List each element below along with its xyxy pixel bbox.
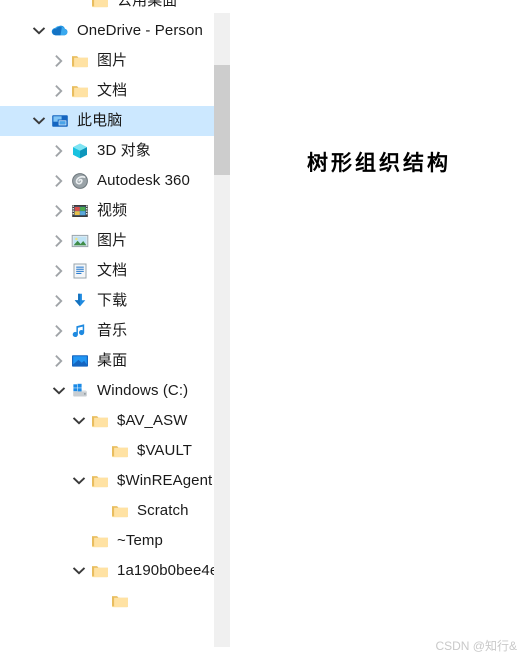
tree-item[interactable]: 音乐	[0, 316, 214, 346]
tree-item-label: $AV_ASW	[117, 412, 188, 429]
downloads-icon	[70, 291, 90, 311]
tree-item-label: $VAULT	[137, 442, 193, 459]
tree-item[interactable]: 此电脑	[0, 106, 214, 136]
chevron-right-icon	[90, 502, 108, 520]
tree-item-label: 文档	[97, 262, 128, 279]
tree-item-label: 1a190b0bee4e	[117, 562, 214, 579]
tree-item[interactable]: 桌面	[0, 346, 214, 376]
tree-item-label: 桌面	[97, 352, 128, 369]
tree-item[interactable]: 公用桌面	[0, 0, 214, 16]
scrollbar-thumb[interactable]	[214, 65, 230, 175]
tree-item-label: ~Temp	[117, 532, 163, 549]
folder-icon	[90, 411, 110, 431]
tree-item-label: $WinREAgent	[117, 472, 213, 489]
chevron-right-icon[interactable]	[50, 292, 68, 310]
tree-item[interactable]: 1a190b0bee4e	[0, 556, 214, 586]
tree-item-label: Autodesk 360	[97, 172, 190, 189]
folder-icon	[90, 561, 110, 581]
tree-item[interactable]: 文档	[0, 76, 214, 106]
tree-item-label: 图片	[97, 52, 128, 69]
tree-item[interactable]: 图片	[0, 46, 214, 76]
tree-item[interactable]: 文档	[0, 256, 214, 286]
chevron-right-icon[interactable]	[50, 202, 68, 220]
vertical-scrollbar[interactable]	[214, 13, 230, 647]
chevron-right-icon[interactable]	[50, 142, 68, 160]
tree-item-label: 视频	[97, 202, 128, 219]
chevron-down-icon[interactable]	[70, 562, 88, 580]
chevron-right-icon	[90, 442, 108, 460]
tree-item-label: 此电脑	[77, 112, 123, 129]
pictures-icon	[70, 231, 90, 251]
folder-tree: 公用桌面 OneDrive - Person 图片 文档 此电脑 3D 对象 Autodes…	[0, 0, 214, 616]
tree-item-label: 文档	[97, 82, 128, 99]
tree-item-label: 公用桌面	[117, 0, 178, 9]
windows-drive-icon	[70, 381, 90, 401]
autodesk-icon	[70, 171, 90, 191]
tree-item-label: 3D 对象	[97, 142, 151, 159]
folder-icon	[70, 51, 90, 71]
explorer-navigation-pane: 公用桌面 OneDrive - Person 图片 文档 此电脑 3D 对象 Autodes…	[0, 0, 230, 661]
tree-item[interactable]: 视频	[0, 196, 214, 226]
chevron-right-icon[interactable]	[50, 262, 68, 280]
chevron-right-icon	[70, 532, 88, 550]
3d-objects-icon	[70, 141, 90, 161]
chevron-down-icon[interactable]	[70, 472, 88, 490]
watermark: CSDN @知行&	[435, 639, 517, 653]
chevron-right-icon	[90, 592, 108, 610]
tree-item[interactable]: $WinREAgent	[0, 466, 214, 496]
tree-item-label: OneDrive - Person	[77, 22, 203, 39]
this-pc-icon	[50, 111, 70, 131]
chevron-right-icon[interactable]	[50, 232, 68, 250]
chevron-right-icon[interactable]	[50, 172, 68, 190]
tree-item[interactable]: $AV_ASW	[0, 406, 214, 436]
tree-item[interactable]: 3D 对象	[0, 136, 214, 166]
chevron-down-icon[interactable]	[30, 112, 48, 130]
page-title: 树形组织结构	[307, 150, 451, 175]
folder-icon	[110, 441, 130, 461]
tree-item[interactable]: Autodesk 360	[0, 166, 214, 196]
chevron-down-icon[interactable]	[50, 382, 68, 400]
documents-icon	[70, 261, 90, 281]
desktop-icon	[70, 351, 90, 371]
chevron-right-icon[interactable]	[50, 322, 68, 340]
folder-icon	[110, 591, 130, 611]
folder-icon	[90, 0, 110, 11]
folder-icon	[90, 531, 110, 551]
folder-icon	[90, 471, 110, 491]
tree-item[interactable]: Windows (C:)	[0, 376, 214, 406]
tree-item-label: 下载	[97, 292, 128, 309]
tree-item-label: Windows (C:)	[97, 382, 189, 399]
onedrive-icon	[50, 21, 70, 41]
chevron-down-icon[interactable]	[30, 22, 48, 40]
tree-item[interactable]: OneDrive - Person	[0, 16, 214, 46]
folder-icon	[110, 501, 130, 521]
tree-item[interactable]	[0, 586, 214, 616]
tree-item[interactable]: 下载	[0, 286, 214, 316]
tree-item[interactable]: Scratch	[0, 496, 214, 526]
tree-item[interactable]: $VAULT	[0, 436, 214, 466]
tree-item-label: 图片	[97, 232, 128, 249]
chevron-right-icon	[70, 0, 88, 10]
videos-icon	[70, 201, 90, 221]
chevron-right-icon[interactable]	[50, 82, 68, 100]
chevron-right-icon[interactable]	[50, 52, 68, 70]
chevron-right-icon[interactable]	[50, 352, 68, 370]
folder-icon	[70, 81, 90, 101]
tree-item-label: Scratch	[137, 502, 189, 519]
chevron-down-icon[interactable]	[70, 412, 88, 430]
music-icon	[70, 321, 90, 341]
tree-item-label: 音乐	[97, 322, 128, 339]
tree-item[interactable]: ~Temp	[0, 526, 214, 556]
tree-item[interactable]: 图片	[0, 226, 214, 256]
